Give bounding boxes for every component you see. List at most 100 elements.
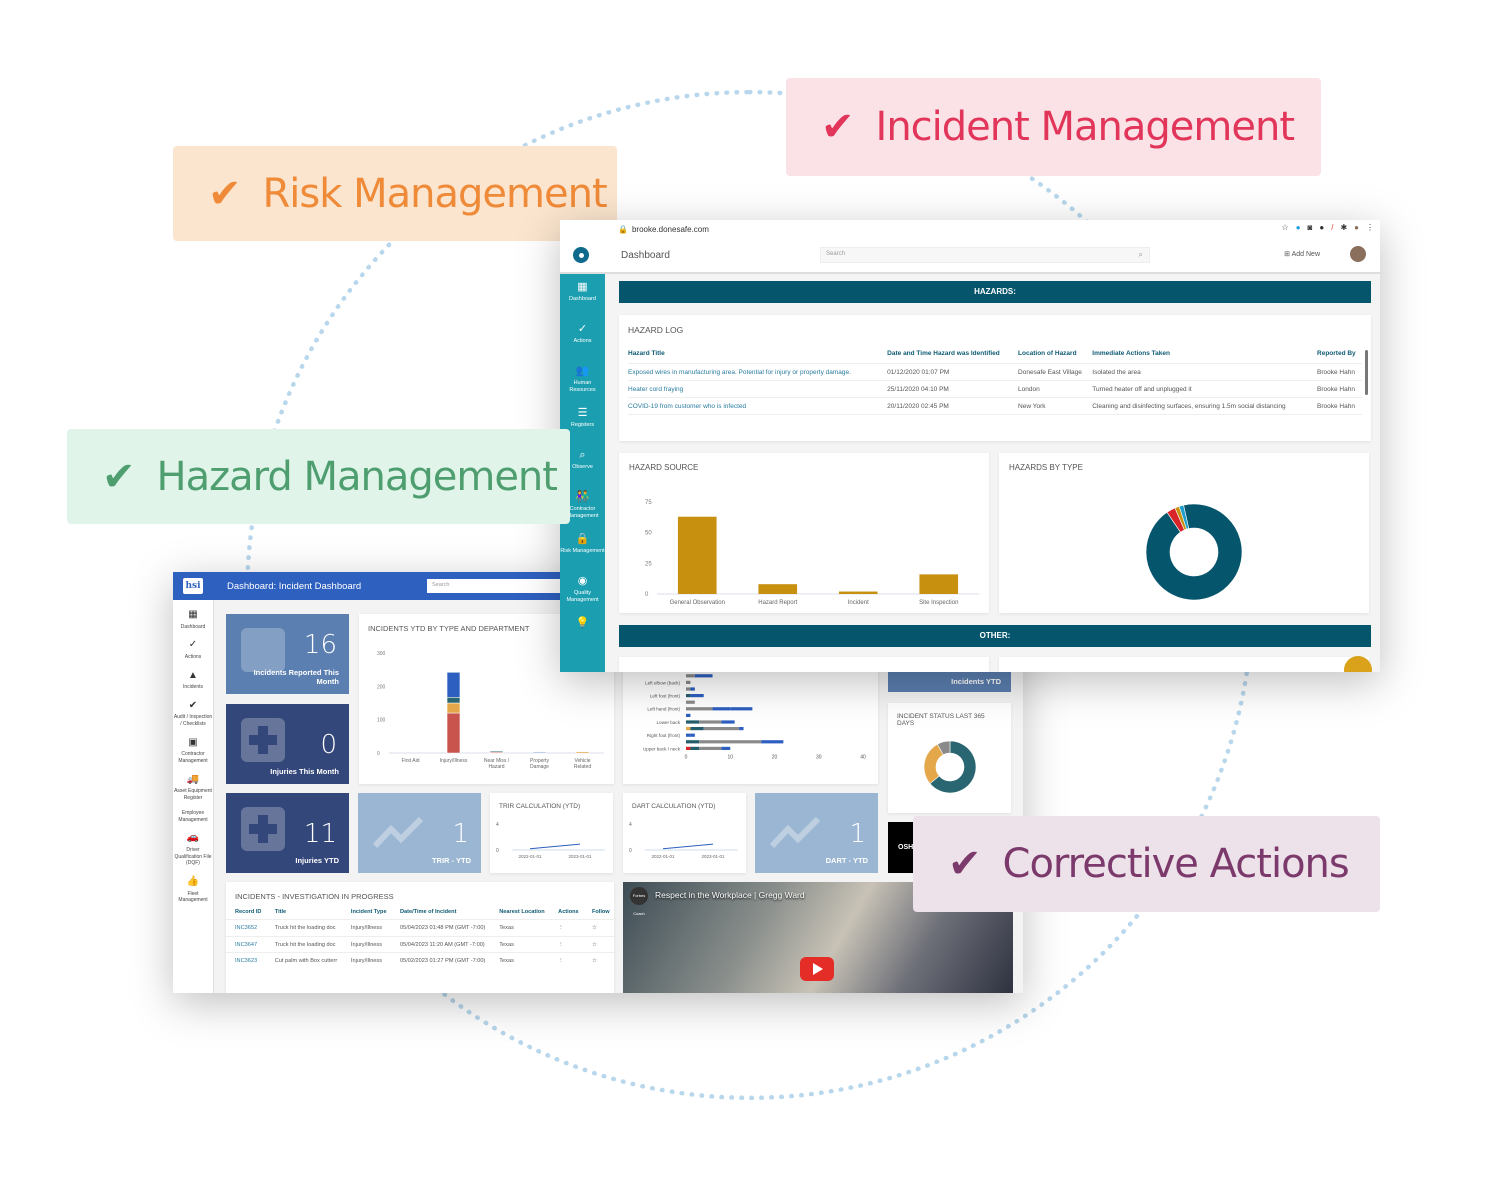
row-link[interactable]: INC3623 bbox=[226, 952, 266, 969]
row-link[interactable]: INC3647 bbox=[226, 935, 266, 953]
tile-incidents-this-month[interactable]: 16 Incidents Reported This Month bbox=[226, 614, 349, 694]
sidebar-item-label: Contractor Management bbox=[566, 506, 599, 520]
table-cell[interactable]: ☆ bbox=[582, 919, 614, 937]
row-link[interactable]: COVID-19 from customer who is infected bbox=[628, 397, 888, 416]
table-row[interactable]: Heater cord fraying 25/11/2020 04:10 PM Lo… bbox=[628, 380, 1362, 399]
check-icon: ✔ bbox=[208, 170, 242, 217]
tile-dart-ytd[interactable]: 1 DART - YTD bbox=[755, 793, 878, 873]
table-cell: London bbox=[1018, 380, 1093, 399]
chart-title: INCIDENT STATUS LAST 365 DAYS bbox=[897, 713, 985, 727]
camera-icon[interactable]: ◙ bbox=[1308, 223, 1313, 232]
x-tick-label: 40 bbox=[860, 754, 866, 760]
sidebar-item-incidents[interactable]: ▲ Incidents bbox=[173, 669, 213, 691]
sidebar-item-driver-qualification-file-dqf-[interactable]: 🚗 Driver Qualification File (DQF) bbox=[173, 831, 213, 867]
scrollbar[interactable] bbox=[1365, 350, 1368, 395]
column-header[interactable]: Date and Time Hazard was Identified bbox=[887, 350, 1019, 364]
video-title[interactable]: Respect in the Workplace | Gregg Ward bbox=[655, 890, 805, 900]
table-cell[interactable]: ⋮ bbox=[549, 935, 583, 953]
sidebar-item-dashboard[interactable]: ▦ Dashboard bbox=[173, 608, 213, 630]
hazards-section-header: HAZARDS: bbox=[619, 281, 1371, 303]
more-icon[interactable]: ⋮ bbox=[1366, 223, 1374, 232]
lock-icon: 🔒 bbox=[618, 224, 628, 234]
column-header[interactable]: Record ID bbox=[226, 909, 266, 920]
row-link[interactable]: Heater cord fraying bbox=[628, 380, 888, 399]
trend-icon bbox=[373, 816, 423, 849]
tile-injuries-ytd[interactable]: 11 Injuries YTD bbox=[226, 793, 349, 873]
sidebar-item-actions[interactable]: ✓ Actions bbox=[560, 316, 605, 358]
extension-icon[interactable]: ● bbox=[1296, 223, 1301, 232]
y-tick-label: Upper back / neck bbox=[643, 746, 681, 751]
extension-icon[interactable]: ● bbox=[1319, 223, 1324, 232]
table-cell: Brooke Hahn bbox=[1317, 397, 1362, 416]
channel-avatar: Forbes Coach bbox=[630, 887, 648, 916]
row-link[interactable]: INC3652 bbox=[226, 919, 266, 937]
sidebar-item-asset-equipment-register[interactable]: 🚚 Asset Equipment Register bbox=[173, 773, 213, 802]
table-cell[interactable]: ☆ bbox=[582, 952, 614, 969]
y-tick-label: Lower back bbox=[657, 720, 681, 725]
table-cell[interactable]: ☆ bbox=[582, 935, 614, 953]
check-icon: ✔ bbox=[948, 841, 982, 887]
column-header[interactable]: Follow bbox=[583, 909, 614, 920]
hsi-logo[interactable]: hsi bbox=[183, 578, 203, 594]
table-cell[interactable]: ⋮ bbox=[549, 919, 583, 937]
sidebar-item-employee-management[interactable]: Employee Management bbox=[173, 810, 213, 824]
sidebar-item-contractor-management[interactable]: ▣ Contractor Management bbox=[173, 736, 213, 765]
bar-segment bbox=[575, 751, 590, 754]
table-cell: Injury/Illness bbox=[341, 952, 391, 969]
search-icon[interactable]: ⌕ bbox=[1139, 250, 1143, 260]
column-header[interactable]: Immediate Actions Taken bbox=[1092, 350, 1318, 364]
sidebar-item-quality-management[interactable]: ◉ Quality Management bbox=[560, 568, 605, 610]
sidebar-item-actions[interactable]: ✓ Actions bbox=[173, 638, 213, 660]
y-tick-label: Left hand (front) bbox=[647, 707, 680, 712]
hsi-sidebar: ▦ Dashboard ✓ Actions ▲ Incidents ✔ Audit / Ins… bbox=[173, 600, 214, 993]
donesafe-logo[interactable] bbox=[573, 247, 589, 263]
bar-segment bbox=[489, 750, 504, 753]
row-link[interactable]: Exposed wires in manufacturing area. Pot… bbox=[628, 363, 888, 382]
search-input[interactable]: Search ⌕ bbox=[820, 247, 1150, 263]
sliders-icon: ☰ bbox=[577, 407, 588, 419]
feature-label: Hazard Management bbox=[156, 453, 558, 500]
table-row[interactable]: Exposed wires in manufacturing area. Pot… bbox=[628, 363, 1362, 382]
column-header[interactable]: Actions bbox=[549, 909, 583, 920]
column-header[interactable]: Reported By bbox=[1317, 350, 1362, 364]
pen-icon[interactable]: / bbox=[1331, 223, 1333, 232]
car-icon: 🚗 bbox=[186, 832, 200, 844]
tile-injuries-this-month[interactable]: 0 Injuries This Month bbox=[226, 704, 349, 784]
table-row[interactable]: INC3623 Cut palm with Box cutterr Injury/I… bbox=[226, 952, 614, 969]
search-input[interactable]: Search bbox=[427, 579, 567, 593]
tile-trir-ytd[interactable]: 1 TRIR - YTD bbox=[358, 793, 481, 873]
play-button-icon[interactable] bbox=[800, 957, 834, 981]
chart-title: DART CALCULATION (YTD) bbox=[632, 803, 716, 810]
bar-segment bbox=[686, 713, 691, 717]
table-cell: Cleaning and disinfecting surfaces, ensu… bbox=[1092, 397, 1318, 416]
column-header[interactable]: Title bbox=[266, 909, 342, 920]
sidebar-item-human-resources[interactable]: 👥 Human Resources bbox=[560, 358, 605, 400]
lock-icon: 🔒 bbox=[575, 533, 590, 545]
table-row[interactable]: COVID-19 from customer who is infected 20… bbox=[628, 397, 1362, 416]
table-row[interactable]: INC3652 Truck hit the loading doc Injury/I… bbox=[226, 919, 614, 937]
sidebar-item-more[interactable]: 💡 bbox=[560, 610, 605, 652]
user-avatar[interactable] bbox=[1350, 246, 1366, 262]
profile-icon[interactable]: ● bbox=[1354, 223, 1359, 232]
sidebar-item-fleet-management[interactable]: 👍 Fleet Management bbox=[173, 875, 213, 904]
browser-address-bar[interactable]: 🔒 brooke.donesafe.com ☆ ● ◙ ● / ✱ ● ⋮ bbox=[560, 220, 1380, 238]
puzzle-icon[interactable]: ✱ bbox=[1340, 223, 1347, 232]
table-cell: 05/04/2023 11:20 AM (GMT -7:00) bbox=[390, 935, 491, 953]
sidebar-item-risk-management[interactable]: 🔒 Risk Management bbox=[560, 526, 605, 568]
column-header[interactable]: Date/Time of Incident bbox=[391, 909, 490, 920]
column-header[interactable]: Location of Hazard bbox=[1018, 350, 1093, 364]
star-icon[interactable]: ☆ bbox=[1282, 223, 1289, 232]
column-header[interactable]: Nearest Location bbox=[490, 909, 549, 920]
table-row[interactable]: INC3647 Truck hit the loading doc Injury/I… bbox=[226, 935, 614, 953]
column-header[interactable]: Incident Type bbox=[342, 909, 391, 920]
table-cell[interactable]: ⋮ bbox=[549, 952, 583, 969]
sidebar-item-dashboard[interactable]: ▦ Dashboard bbox=[560, 274, 605, 316]
add-new-button[interactable]: ⊞ Add New bbox=[1284, 250, 1320, 258]
tile-label: Injuries YTD bbox=[295, 856, 339, 865]
sidebar-item-label: Risk Management bbox=[560, 548, 605, 555]
column-header[interactable]: Hazard Title bbox=[628, 350, 888, 364]
sidebar-item-audit-inspection-checklists[interactable]: ✔ Audit / Inspection / Checklists bbox=[173, 699, 213, 728]
url-text[interactable]: brooke.donesafe.com bbox=[632, 225, 709, 234]
bar-segment bbox=[730, 707, 753, 711]
thumbs-up-icon: 👍 bbox=[186, 876, 200, 887]
